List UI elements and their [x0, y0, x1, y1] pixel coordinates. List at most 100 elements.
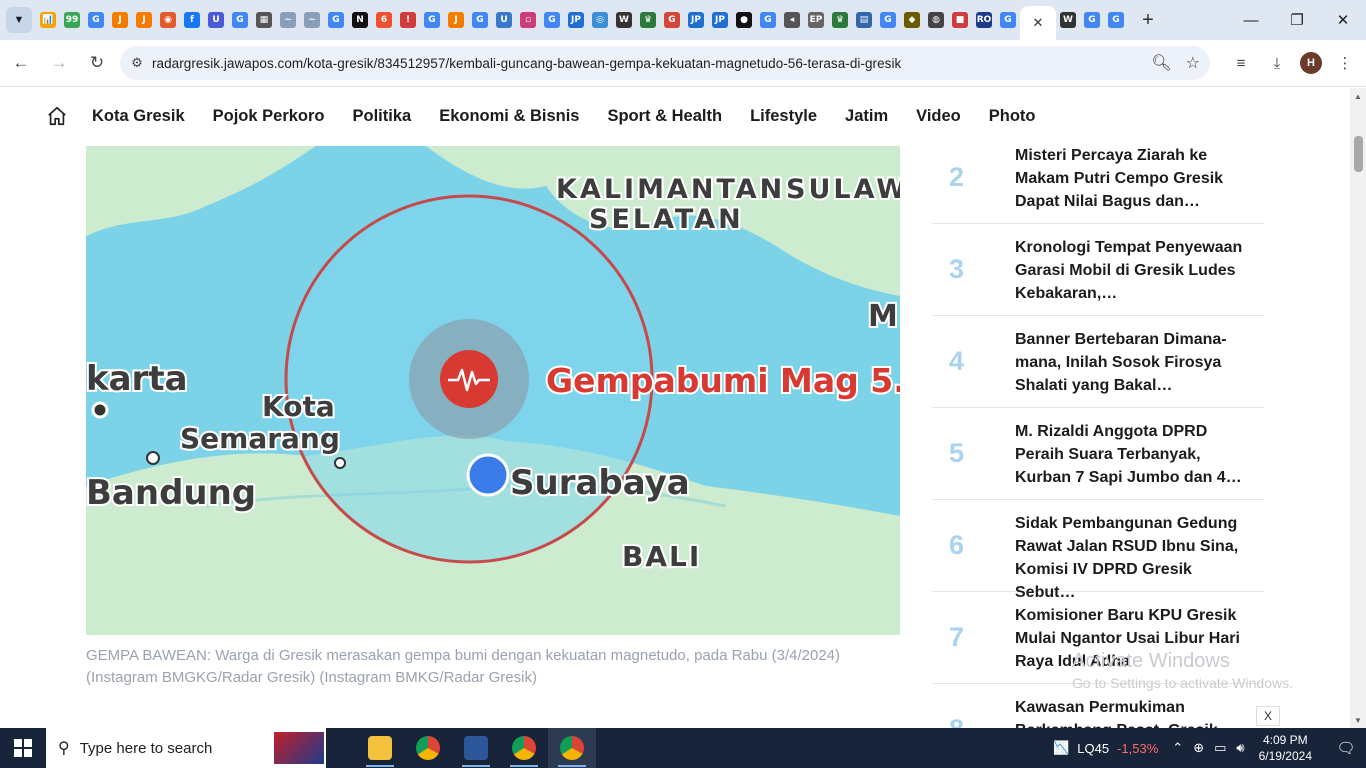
browser-tab[interactable]: G [420, 0, 444, 40]
browser-tab[interactable]: ◂ [780, 0, 804, 40]
tab-search-button[interactable]: ▼ [6, 7, 32, 33]
bookmark-star-icon[interactable]: ☆ [1186, 53, 1200, 73]
clock[interactable]: 4:09 PM 6/19/2024 [1259, 732, 1312, 764]
browser-tab[interactable]: ◎ [588, 0, 612, 40]
nav-item[interactable]: Photo [989, 107, 1036, 126]
browser-tab[interactable]: JP [564, 0, 588, 40]
display-icon[interactable]: ▭ [1214, 740, 1226, 756]
taskbar-search[interactable]: ⚲ Type here to search [46, 728, 326, 768]
popup-close-button[interactable]: X [1256, 706, 1280, 726]
browser-tab[interactable]: U [492, 0, 516, 40]
chevron-up-icon[interactable]: ⌃ [1172, 740, 1183, 756]
article-title-link[interactable]: Kronologi Tempat Penyewaan Garasi Mobil … [1015, 236, 1255, 305]
browser-tab[interactable]: ▫ [516, 0, 540, 40]
popular-list-item[interactable]: 3 Kronologi Tempat Penyewaan Garasi Mobil… [932, 224, 1264, 316]
home-icon[interactable] [46, 105, 68, 127]
browser-tab[interactable]: N [348, 0, 372, 40]
browser-tab[interactable]: G [996, 0, 1020, 40]
browser-tab[interactable]: ■ [948, 0, 972, 40]
menu-kebab-icon[interactable]: ⋮ [1332, 50, 1358, 76]
browser-tab[interactable]: RO [972, 0, 996, 40]
browser-tab[interactable]: J [132, 0, 156, 40]
browser-tab[interactable]: ~ [300, 0, 324, 40]
taskbar-chrome-active[interactable] [548, 728, 596, 768]
browser-tab[interactable]: W [612, 0, 636, 40]
nav-item[interactable]: Kota Gresik [92, 107, 185, 126]
browser-tab[interactable]: G [660, 0, 684, 40]
forward-button[interactable]: → [42, 46, 76, 80]
article-title-link[interactable]: Sidak Pembangunan Gedung Rawat Jalan RSU… [1015, 512, 1255, 604]
browser-tab[interactable]: W [1056, 0, 1080, 40]
new-tab-button[interactable]: + [1134, 6, 1162, 34]
url-text[interactable]: radargresik.jawapos.com/kota-gresik/8345… [152, 56, 901, 71]
browser-tab[interactable]: G [84, 0, 108, 40]
notification-icon[interactable]: 🗨 [1326, 728, 1366, 768]
site-info-icon[interactable]: ⚙ [122, 55, 152, 71]
tab-close-icon[interactable]: ✕ [1033, 15, 1044, 31]
browser-tab[interactable]: JP [684, 0, 708, 40]
browser-tab[interactable]: ♛ [636, 0, 660, 40]
browser-tab[interactable]: G [468, 0, 492, 40]
article-title-link[interactable]: Banner Bertebaran Dimana-mana, Inilah So… [1015, 328, 1255, 397]
popular-list-item[interactable]: 4 Banner Bertebaran Dimana-mana, Inilah S… [932, 316, 1264, 408]
article-title-link[interactable]: Kawasan Permukiman Berkembang Pesat, Gre… [1015, 696, 1255, 728]
browser-tab[interactable]: EP [804, 0, 828, 40]
download-icon[interactable]: ⤓ [1264, 50, 1290, 76]
volume-icon[interactable]: 🔊︎ [1236, 740, 1244, 756]
browser-tab[interactable]: G [228, 0, 252, 40]
minimize-button[interactable]: — [1228, 0, 1274, 40]
browser-tab[interactable]: ◉ [156, 0, 180, 40]
nav-item[interactable]: Politika [353, 107, 412, 126]
browser-tab[interactable]: J [108, 0, 132, 40]
nav-item[interactable]: Lifestyle [750, 107, 817, 126]
page-scrollbar[interactable]: ▲ ▼ [1350, 88, 1366, 728]
active-tab[interactable]: ✕ [1020, 6, 1056, 40]
browser-tab[interactable]: ● [732, 0, 756, 40]
start-button[interactable] [0, 728, 46, 768]
profile-avatar[interactable]: H [1300, 52, 1322, 74]
browser-tab[interactable]: 📊 [36, 0, 60, 40]
browser-tab[interactable]: ◍ [924, 0, 948, 40]
browser-tab[interactable]: G [1080, 0, 1104, 40]
browser-tab[interactable]: U [204, 0, 228, 40]
taskbar-word[interactable] [452, 728, 500, 768]
browser-tab[interactable]: J [444, 0, 468, 40]
scroll-down-icon[interactable]: ▼ [1350, 712, 1366, 728]
popular-list-item[interactable]: 5 M. Rizaldi Anggota DPRD Peraih Suara Te… [932, 408, 1264, 500]
nav-item[interactable]: Ekonomi & Bisnis [439, 107, 579, 126]
close-window-button[interactable]: ✕ [1320, 0, 1366, 40]
browser-tab[interactable]: G [1104, 0, 1128, 40]
browser-tab[interactable]: f [180, 0, 204, 40]
popular-list-item[interactable]: 6 Sidak Pembangunan Gedung Rawat Jalan RS… [932, 500, 1264, 601]
browser-tab[interactable]: ◆ [900, 0, 924, 40]
restore-button[interactable]: ❐ [1274, 0, 1320, 40]
browser-tab[interactable]: JP [708, 0, 732, 40]
nav-item[interactable]: Sport & Health [607, 107, 722, 126]
reload-button[interactable]: ↻ [80, 46, 114, 80]
nav-item[interactable]: Video [916, 107, 961, 126]
address-bar[interactable]: ⚙ radargresik.jawapos.com/kota-gresik/83… [120, 46, 1210, 80]
media-control-icon[interactable]: ≡ [1228, 50, 1254, 76]
browser-tab[interactable]: ♛ [828, 0, 852, 40]
browser-tab[interactable]: ~ [276, 0, 300, 40]
taskbar-file-explorer[interactable] [356, 728, 404, 768]
browser-tab[interactable]: G [756, 0, 780, 40]
browser-tab[interactable]: G [324, 0, 348, 40]
browser-tab[interactable]: ▤ [852, 0, 876, 40]
nav-item[interactable]: Pojok Perkoro [213, 107, 325, 126]
browser-tab[interactable]: ! [396, 0, 420, 40]
scroll-up-icon[interactable]: ▲ [1350, 88, 1366, 104]
article-title-link[interactable]: M. Rizaldi Anggota DPRD Peraih Suara Ter… [1015, 420, 1255, 489]
browser-tab[interactable]: G [540, 0, 564, 40]
popular-list-item[interactable]: 2 Misteri Percaya Ziarah ke Makam Putri C… [932, 132, 1264, 224]
taskbar-chrome[interactable] [404, 728, 452, 768]
browser-tab[interactable]: 99 [60, 0, 84, 40]
back-button[interactable]: ← [4, 46, 38, 80]
nav-item[interactable]: Jatim [845, 107, 888, 126]
network-icon[interactable]: ⊕ [1193, 740, 1204, 756]
browser-tab[interactable]: G [876, 0, 900, 40]
taskbar-chrome-profile[interactable] [500, 728, 548, 768]
browser-tab[interactable]: 6 [372, 0, 396, 40]
article-title-link[interactable]: Misteri Percaya Ziarah ke Makam Putri Ce… [1015, 144, 1255, 213]
scroll-thumb[interactable] [1354, 136, 1363, 172]
